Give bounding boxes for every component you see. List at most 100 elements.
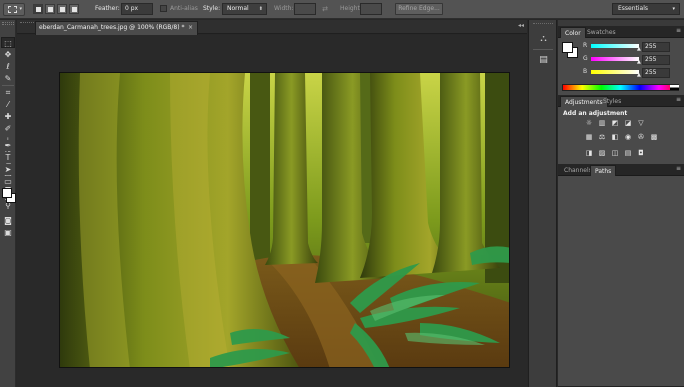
color-spectrum-ramp[interactable]: [562, 84, 679, 91]
workspace-value: Essentials: [618, 5, 649, 12]
lasso-icon[interactable]: ℓ: [1, 61, 15, 72]
document-tab[interactable]: eberdan_Carmanah_trees.jpg @ 100% (RGB/8…: [35, 21, 198, 35]
brush-icon[interactable]: ✐: [1, 123, 15, 134]
panel-grip[interactable]: [2, 22, 14, 25]
paths-panel-tabs: Channels Paths ≡: [558, 164, 684, 176]
document-tab-bar: eberdan_Carmanah_trees.jpg @ 100% (RGB/8…: [17, 20, 527, 35]
tab-color[interactable]: Color: [560, 27, 586, 38]
type-icon[interactable]: T: [1, 152, 15, 163]
height-label: Height:: [340, 5, 362, 12]
color-lookup-icon[interactable]: ▩: [649, 132, 659, 142]
slider-thumb-icon[interactable]: ▲: [637, 59, 641, 65]
photo-filter-icon[interactable]: ◉: [623, 132, 633, 142]
panel-dock: Color Swatches ≡ R ▲ 255 G ▲ 255 B ▲ 255…: [558, 20, 684, 387]
height-input[interactable]: [360, 3, 382, 15]
style-label: Style:: [203, 5, 221, 12]
marquee-preset-icon: [8, 6, 17, 13]
black-white-ramp[interactable]: [670, 85, 679, 90]
hue-saturation-icon[interactable]: ▦: [584, 132, 594, 142]
width-label: Width:: [274, 5, 294, 12]
style-dropdown[interactable]: Normal ⬍: [222, 3, 267, 15]
document-tab-title: eberdan_Carmanah_trees.jpg @ 100% (RGB/8…: [39, 24, 185, 31]
color-foreground-swatch[interactable]: [562, 42, 573, 53]
style-dropdown-value: Normal: [227, 5, 249, 12]
color-balance-icon[interactable]: ⚖: [597, 132, 607, 142]
panel-menu-icon[interactable]: ≡: [676, 165, 681, 172]
panel-menu-icon[interactable]: ≡: [676, 96, 681, 103]
workspace-switcher[interactable]: Essentials ▾: [612, 3, 680, 15]
path-selection-icon[interactable]: ➤: [1, 164, 15, 175]
red-channel-value[interactable]: 255: [642, 42, 670, 52]
chevron-down-icon: ▾: [672, 6, 675, 12]
image-canvas[interactable]: [59, 72, 510, 368]
swap-dimensions-icon[interactable]: ⇄: [319, 4, 331, 14]
blue-channel-slider[interactable]: [591, 70, 639, 74]
red-channel-slider[interactable]: [591, 44, 639, 48]
subtract-from-selection-button[interactable]: [57, 4, 67, 14]
rectangular-marquee-icon[interactable]: ⬚: [1, 37, 15, 48]
tools-lower-group: ✒ T ➤ ▭ ✋ ⚲: [0, 140, 16, 220]
channel-mixer-icon[interactable]: ✇: [636, 132, 646, 142]
gradient-map-icon[interactable]: ▤: [623, 148, 633, 158]
color-panel-tabs: Color Swatches ≡: [558, 26, 684, 38]
intersect-selection-button[interactable]: [69, 4, 79, 14]
levels-icon[interactable]: ▥: [597, 118, 607, 128]
width-input[interactable]: [294, 3, 316, 15]
document-area: eberdan_Carmanah_trees.jpg @ 100% (RGB/8…: [17, 20, 527, 387]
add-to-selection-button[interactable]: [45, 4, 55, 14]
forest-photo: [60, 73, 509, 367]
curves-icon[interactable]: ◩: [610, 118, 620, 128]
panel-menu-icon[interactable]: ≡: [676, 27, 681, 34]
tool-divider: [2, 85, 14, 86]
collapse-arrows-icon[interactable]: ◂◂: [518, 22, 524, 29]
blue-channel-value[interactable]: 255: [642, 68, 670, 78]
black-white-icon[interactable]: ◧: [610, 132, 620, 142]
close-icon[interactable]: ×: [188, 22, 193, 34]
invert-icon[interactable]: ◨: [584, 148, 594, 158]
history-panel-icon[interactable]: ⛬: [537, 33, 550, 46]
properties-panel-icon[interactable]: ▤: [537, 54, 550, 67]
tab-paths[interactable]: Paths: [590, 165, 617, 176]
strip-grip: [533, 23, 553, 25]
crop-icon[interactable]: ⌗: [1, 87, 15, 98]
options-bar: ▾ Feather: 0 px Anti-alias Style: Normal…: [0, 0, 684, 19]
move-icon[interactable]: ✥: [1, 49, 15, 60]
new-selection-button[interactable]: [33, 4, 43, 14]
foreground-color-swatch[interactable]: [2, 188, 12, 198]
pasteboard: [17, 35, 527, 387]
add-selection-icon: [48, 7, 53, 12]
tab-bar-grip: [20, 22, 34, 24]
adjustments-title: Add an adjustment: [563, 110, 628, 117]
dropdown-arrow-icon: ⬍: [258, 6, 263, 12]
screen-mode-icon[interactable]: ▣: [1, 227, 15, 238]
quick-selection-icon[interactable]: ✎: [1, 73, 15, 84]
antialias-checkbox[interactable]: [160, 5, 167, 12]
green-channel-slider[interactable]: [591, 57, 639, 61]
exposure-icon[interactable]: ◪: [623, 118, 633, 128]
posterize-icon[interactable]: ▨: [597, 148, 607, 158]
adjustments-panel-tabs: Adjustments Styles ≡: [558, 95, 684, 107]
spot-healing-icon[interactable]: ✚: [1, 111, 15, 122]
tab-swatches[interactable]: Swatches: [583, 27, 620, 38]
tool-preset-picker[interactable]: ▾: [3, 3, 25, 16]
quick-mask-icon[interactable]: ◙: [1, 215, 15, 226]
eyedropper-icon[interactable]: ⁄: [1, 99, 15, 110]
selective-color-icon[interactable]: ◘: [636, 148, 646, 158]
panel-icon-strip: ⛬ ▤: [528, 20, 557, 387]
vibrance-icon[interactable]: ▽: [636, 118, 646, 128]
slider-thumb-icon[interactable]: ▲: [637, 72, 641, 78]
pen-icon[interactable]: ✒: [1, 140, 15, 151]
tab-styles[interactable]: Styles: [599, 96, 625, 107]
intersect-selection-icon: [72, 7, 77, 12]
refine-edge-button[interactable]: Refine Edge...: [395, 3, 443, 15]
new-selection-icon: [36, 7, 41, 12]
green-channel-label: G: [583, 55, 588, 62]
brightness-contrast-icon[interactable]: ☼: [584, 118, 594, 128]
green-channel-value[interactable]: 255: [642, 55, 670, 65]
subtract-selection-icon: [60, 7, 65, 12]
feather-input[interactable]: 0 px: [121, 3, 153, 15]
threshold-icon[interactable]: ◫: [610, 148, 620, 158]
rectangle-shape-icon[interactable]: ▭: [1, 176, 15, 187]
slider-thumb-icon[interactable]: ▲: [637, 46, 641, 52]
strip-divider: [533, 49, 553, 50]
